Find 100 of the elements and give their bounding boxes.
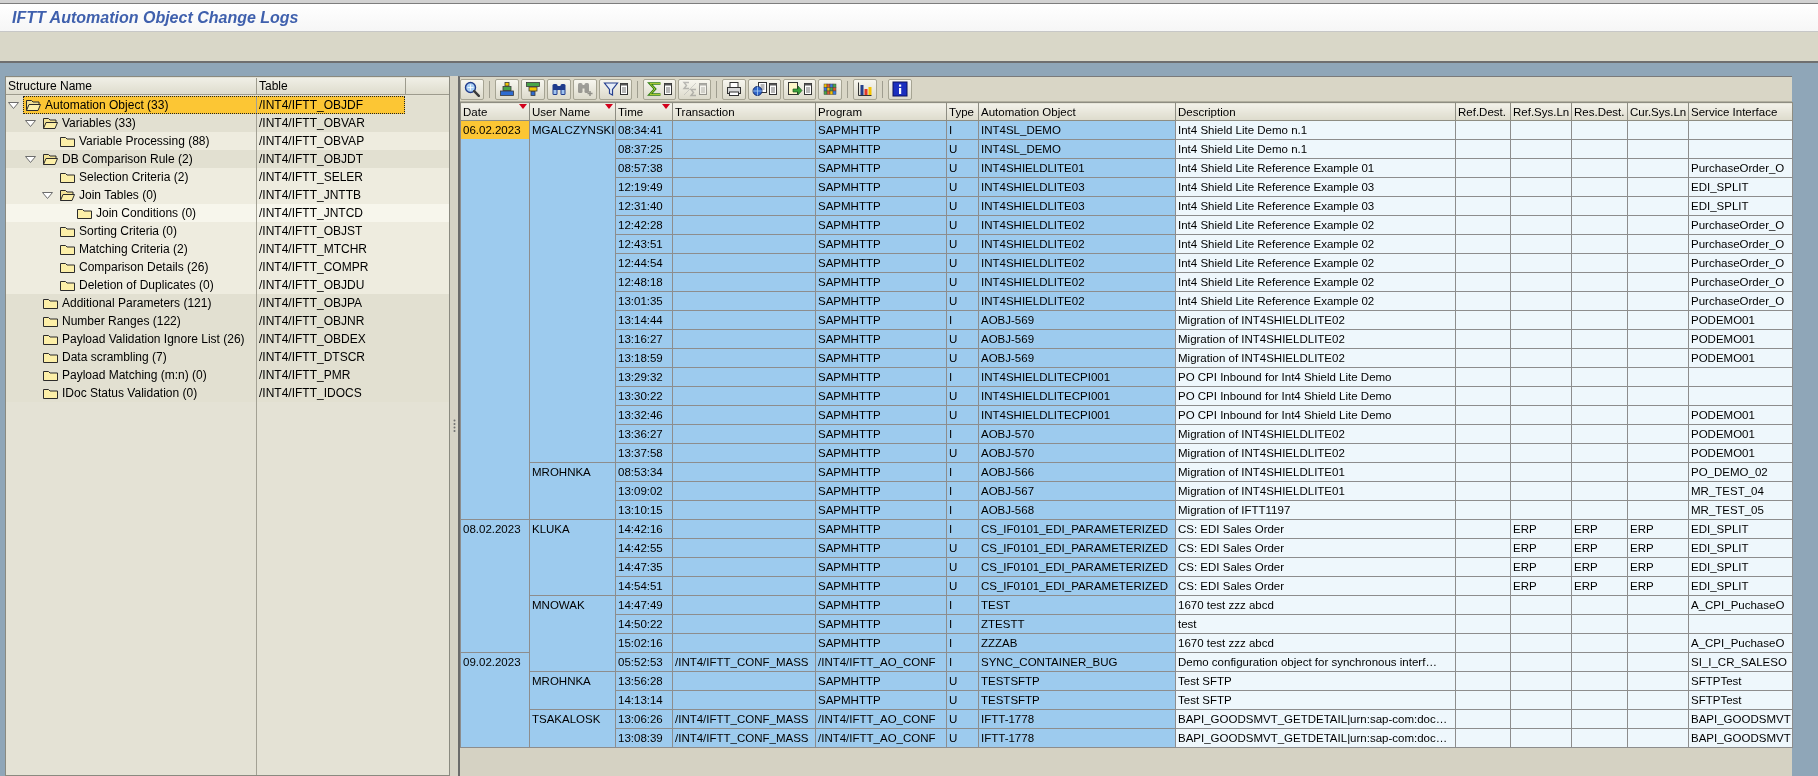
- cell-text: KLUKA: [531, 522, 571, 537]
- tree-row[interactable]: IDoc Status Validation (0) /INT4/IFTT_IDOCS: [6, 384, 449, 402]
- column-header[interactable]: Type: [946, 102, 979, 121]
- structure-name: Payload Validation Ignore List (26): [62, 331, 245, 348]
- tree-row[interactable]: Data scrambling (7) /INT4/IFTT_DTSCR: [6, 348, 449, 366]
- column-header[interactable]: User Name: [529, 102, 616, 121]
- structure-name: Sorting Criteria (0): [79, 223, 178, 240]
- tree-row[interactable]: Payload Validation Ignore List (26) /INT4/IFTT_OBDEX: [6, 330, 449, 348]
- folder-icon: [60, 279, 75, 291]
- binoculars-icon: [551, 81, 567, 97]
- grip-dots-icon[interactable]: [452, 419, 456, 433]
- sort-ascending-button[interactable]: [495, 78, 519, 100]
- folder-icon: [77, 207, 92, 219]
- cell-text: 09.02.2023: [462, 655, 522, 670]
- cell-text: 06.02.2023: [461, 121, 529, 139]
- tree-row[interactable]: Deletion of Duplicates (0) /INT4/IFTT_OBJDU: [6, 276, 449, 294]
- color-grid-icon: [822, 81, 838, 97]
- layout-button[interactable]: [818, 78, 842, 100]
- column-header[interactable]: Transaction: [672, 102, 816, 121]
- structure-name: Variables (33): [62, 115, 136, 132]
- info-button[interactable]: [888, 78, 912, 100]
- tree-row[interactable]: Payload Matching (m:n) (0) /INT4/IFTT_PMR: [6, 366, 449, 384]
- document-arrow-icon: [787, 81, 803, 97]
- expand-triangle-icon[interactable]: [25, 155, 36, 163]
- column-header[interactable]: Table: [257, 78, 406, 94]
- structure-name: Matching Criteria (2): [79, 241, 188, 258]
- cell-text: MROHNKA: [531, 674, 592, 689]
- expand-triangle-icon[interactable]: [8, 101, 19, 109]
- structure-name: Data scrambling (7): [62, 349, 167, 366]
- filter-button[interactable]: [599, 78, 632, 100]
- folder-icon: [43, 333, 58, 345]
- pyramid-icon: [499, 81, 515, 97]
- column-header[interactable]: Time: [615, 102, 673, 121]
- views-button[interactable]: [748, 78, 781, 100]
- column-header[interactable]: Ref.Dest.: [1455, 102, 1511, 121]
- column-header[interactable]: Structure Name: [6, 78, 257, 94]
- tree-row[interactable]: Sorting Criteria (0) /INT4/IFTT_OBJST: [6, 222, 449, 240]
- tree-row[interactable]: Comparison Details (26) /INT4/IFTT_COMPR: [6, 258, 449, 276]
- binoculars-plus-icon: [577, 81, 593, 97]
- structure-name: Number Ranges (122): [62, 313, 181, 330]
- info-icon: [892, 81, 908, 97]
- column-header[interactable]: Description: [1175, 102, 1456, 121]
- tree-row[interactable]: Join Tables (0) /INT4/IFTT_JNTTB: [6, 186, 449, 204]
- print-button[interactable]: [722, 78, 746, 100]
- structure-name: Selection Criteria (2): [79, 169, 189, 186]
- structure-name: IDoc Status Validation (0): [62, 385, 198, 402]
- folder-icon: [43, 387, 58, 399]
- sigma-pair-icon: [682, 81, 698, 97]
- structure-name: Join Tables (0): [79, 187, 157, 204]
- cell-text: 08.02.2023: [462, 522, 522, 537]
- bar-chart-icon: [857, 81, 873, 97]
- table-name: /INT4/IFTT_IDOCS: [256, 384, 405, 402]
- column-header[interactable]: Cur.Sys.Ln: [1627, 102, 1689, 121]
- sort-descending-button[interactable]: [521, 78, 545, 100]
- column-header[interactable]: Date: [460, 102, 530, 121]
- expand-triangle-icon[interactable]: [42, 191, 53, 199]
- tree-row[interactable]: Variable Processing (88) /INT4/IFTT_OBVAP: [6, 132, 449, 150]
- folder-icon: [60, 225, 75, 237]
- tree-row[interactable]: Number Ranges (122) /INT4/IFTT_OBJNR: [6, 312, 449, 330]
- sum-button[interactable]: [643, 78, 676, 100]
- printer-icon: [726, 81, 742, 97]
- structure-name: Comparison Details (26): [79, 259, 209, 276]
- column-header[interactable]: Program: [815, 102, 947, 121]
- tree-row[interactable]: Join Conditions (0) /INT4/IFTT_JNTCD: [6, 204, 449, 222]
- tree-row[interactable]: Matching Criteria (2) /INT4/IFTT_MTCHR: [6, 240, 449, 258]
- graphic-button[interactable]: [853, 78, 877, 100]
- expand-triangle-icon[interactable]: [25, 119, 36, 127]
- folder-icon: [43, 369, 58, 381]
- structure-name: DB Comparison Rule (2): [62, 151, 193, 168]
- folder-icon: [60, 171, 75, 183]
- sigma-icon: [647, 81, 663, 97]
- structure-name: Join Conditions (0): [96, 205, 197, 222]
- find-button[interactable]: [547, 78, 571, 100]
- folder-icon: [43, 351, 58, 363]
- cell-text: MNOWAK: [531, 598, 586, 613]
- tree-row[interactable]: Variables (33) /INT4/IFTT_OBVAR: [6, 114, 449, 132]
- globe-document-icon: [752, 81, 768, 97]
- funnel-icon: [603, 81, 619, 97]
- structure-name: Variable Processing (88): [79, 133, 210, 150]
- tree-row[interactable]: DB Comparison Rule (2) /INT4/IFTT_OBJDT: [6, 150, 449, 168]
- tree-row[interactable]: Automation Object (33) /INT4/IFTT_OBJDF: [6, 96, 449, 114]
- window-title: IFTT Automation Object Change Logs: [12, 8, 299, 27]
- column-header[interactable]: Service Interface: [1688, 102, 1793, 121]
- column-header[interactable]: Automation Object: [978, 102, 1176, 121]
- structure-name: Automation Object (33): [45, 97, 169, 114]
- structure-name: Payload Matching (m:n) (0): [62, 367, 207, 384]
- folder-icon: [43, 315, 58, 327]
- magnifier-icon: [464, 81, 480, 97]
- cell-text: TSAKALOSK: [531, 712, 602, 727]
- open-folder-icon: [43, 153, 58, 165]
- column-header[interactable]: Res.Dest.: [1571, 102, 1628, 121]
- details-button[interactable]: [460, 78, 484, 100]
- export-button[interactable]: [783, 78, 816, 100]
- inverted-pyramid-icon: [525, 81, 541, 97]
- folder-icon: [60, 261, 75, 273]
- tree-row[interactable]: Selection Criteria (2) /INT4/IFTT_SELER: [6, 168, 449, 186]
- folder-icon: [43, 297, 58, 309]
- tree-row[interactable]: Additional Parameters (121) /INT4/IFTT_OBJPA: [6, 294, 449, 312]
- cell-text: MROHNKA: [531, 465, 592, 480]
- column-header[interactable]: Ref.Sys.Ln: [1510, 102, 1572, 121]
